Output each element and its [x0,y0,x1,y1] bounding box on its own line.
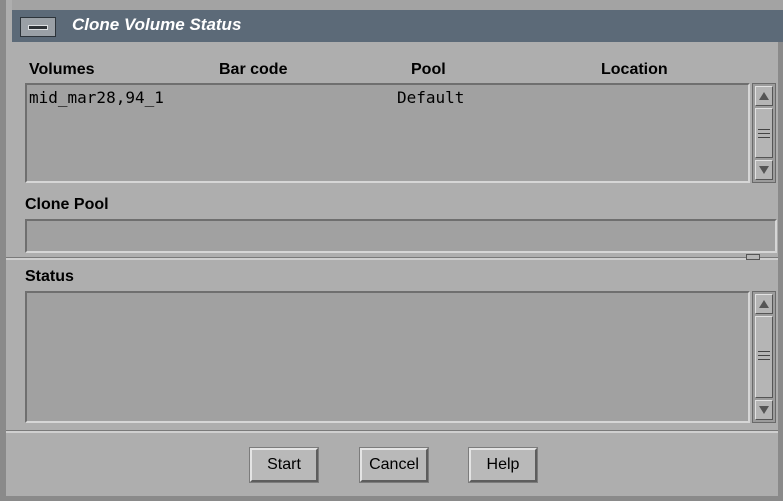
column-header-bar-code: Bar code [219,61,288,78]
scroll-thumb[interactable] [755,316,773,398]
clone-pool-field[interactable] [25,219,777,253]
scroll-thumb[interactable] [755,108,773,158]
clone-volume-status-window: Clone Volume Status Volumes Bar code Poo… [0,0,783,501]
status-label: Status [25,268,74,285]
volumes-scrollbar[interactable] [752,83,776,183]
column-header-pool: Pool [411,61,446,78]
window-menu-icon[interactable] [20,17,56,37]
column-header-volumes: Volumes [29,61,95,78]
scroll-down-arrow-icon[interactable] [755,160,773,180]
window-title: Clone Volume Status [72,15,242,34]
start-button[interactable]: Start [249,447,319,483]
title-bar[interactable]: Clone Volume Status [12,0,783,42]
volume-pool: Default [397,88,465,107]
pane-separator [6,257,778,260]
button-separator [6,430,778,433]
status-scrollbar[interactable] [752,291,776,423]
status-text-area[interactable] [25,291,750,423]
scroll-down-arrow-icon[interactable] [755,400,773,420]
list-item[interactable]: mid_mar28,94_1 Default [27,85,748,109]
help-button[interactable]: Help [468,447,538,483]
pane-sash-handle[interactable] [746,254,760,260]
cancel-button[interactable]: Cancel [359,447,429,483]
scroll-up-arrow-icon[interactable] [755,86,773,106]
scroll-up-arrow-icon[interactable] [755,294,773,314]
volumes-list[interactable]: mid_mar28,94_1 Default [25,83,750,183]
column-header-location: Location [601,61,668,78]
clone-pool-label: Clone Pool [25,196,109,213]
volume-name: mid_mar28,94_1 [29,88,164,107]
